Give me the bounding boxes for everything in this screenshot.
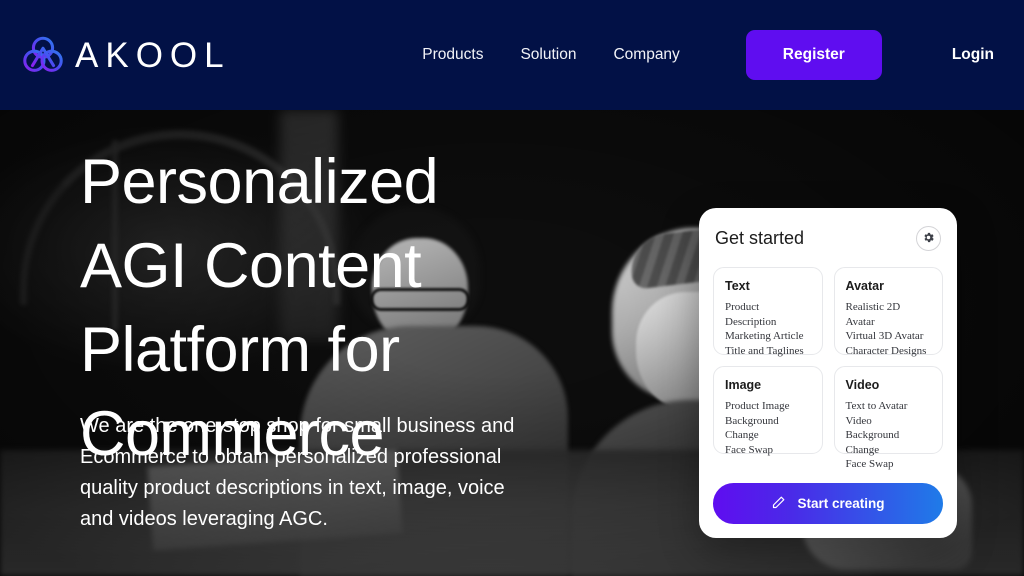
nav-links: Products Solution Company Register Login [422,30,1024,80]
gear-icon [922,231,935,247]
card-header: Get started [713,226,943,251]
list-item: Character Designs [845,344,927,357]
nav-item-solution[interactable]: Solution [520,46,576,64]
nav-item-company[interactable]: Company [613,46,679,64]
card-title: Get started [715,228,805,248]
headline-line-2: AGI Content [80,231,422,301]
tile-title: Text [725,279,750,293]
list-item: Marketing Article [725,330,804,342]
list-item: Realistic 2D Avatar [845,301,901,328]
tile-title: Image [725,378,762,392]
hero-subcopy: We are the one-stop shop for small busin… [80,415,515,530]
tile-image[interactable]: Image Product Image Background Change Fa… [713,366,823,457]
tile-item-list: Realistic 2D Avatar Virtual 3D Avatar Ch… [846,300,932,358]
list-item: Background Change [845,429,900,456]
top-navigation-bar: AKOOL Products Solution Company Register… [0,0,1024,110]
get-started-card: Get started Text Product Description Mar… [699,208,957,538]
list-item: Text to Avatar Video [845,400,908,427]
list-item: Face Swap [845,458,894,470]
headline-line-1: Personalized [80,147,439,217]
list-item: Product Description [725,301,777,328]
tile-title: Video [845,378,880,392]
nav-item-products[interactable]: Products [422,46,483,64]
tile-avatar[interactable]: Avatar Realistic 2D Avatar Virtual 3D Av… [833,267,943,358]
list-item: Virtual 3D Avatar [845,330,924,342]
list-item: Product Image [725,400,790,412]
brand-name: AKOOL [75,35,231,75]
start-creating-label: Start creating [797,496,885,511]
list-item: Face Swap [725,443,773,456]
headline-line-3: Platform for [80,315,400,385]
landing-page: AKOOL Products Solution Company Register… [0,0,1024,576]
brand-logo[interactable]: AKOOL [20,32,231,78]
start-creating-button[interactable]: Start creating [713,483,943,524]
register-button[interactable]: Register [745,30,882,80]
login-button[interactable]: Login [952,46,994,64]
akool-trefoil-logo-icon [20,32,66,78]
tile-title: Avatar [845,279,884,293]
pencil-icon [771,495,786,513]
settings-button[interactable] [916,226,941,251]
tile-item-list: Text to Avatar Video Background Change F… [846,399,932,472]
list-item: Background Change [725,414,779,442]
tile-item-list: Product Description Marketing Article Ti… [725,300,811,358]
tile-video[interactable]: Video Text to Avatar Video Background Ch… [833,366,943,470]
tile-text[interactable]: Text Product Description Marketing Artic… [713,267,823,358]
list-item: Title and Taglines [725,344,804,357]
category-tile-grid: Text Product Description Marketing Artic… [713,267,943,470]
tile-item-list: Product Image Background Change Face Swa… [725,399,811,457]
